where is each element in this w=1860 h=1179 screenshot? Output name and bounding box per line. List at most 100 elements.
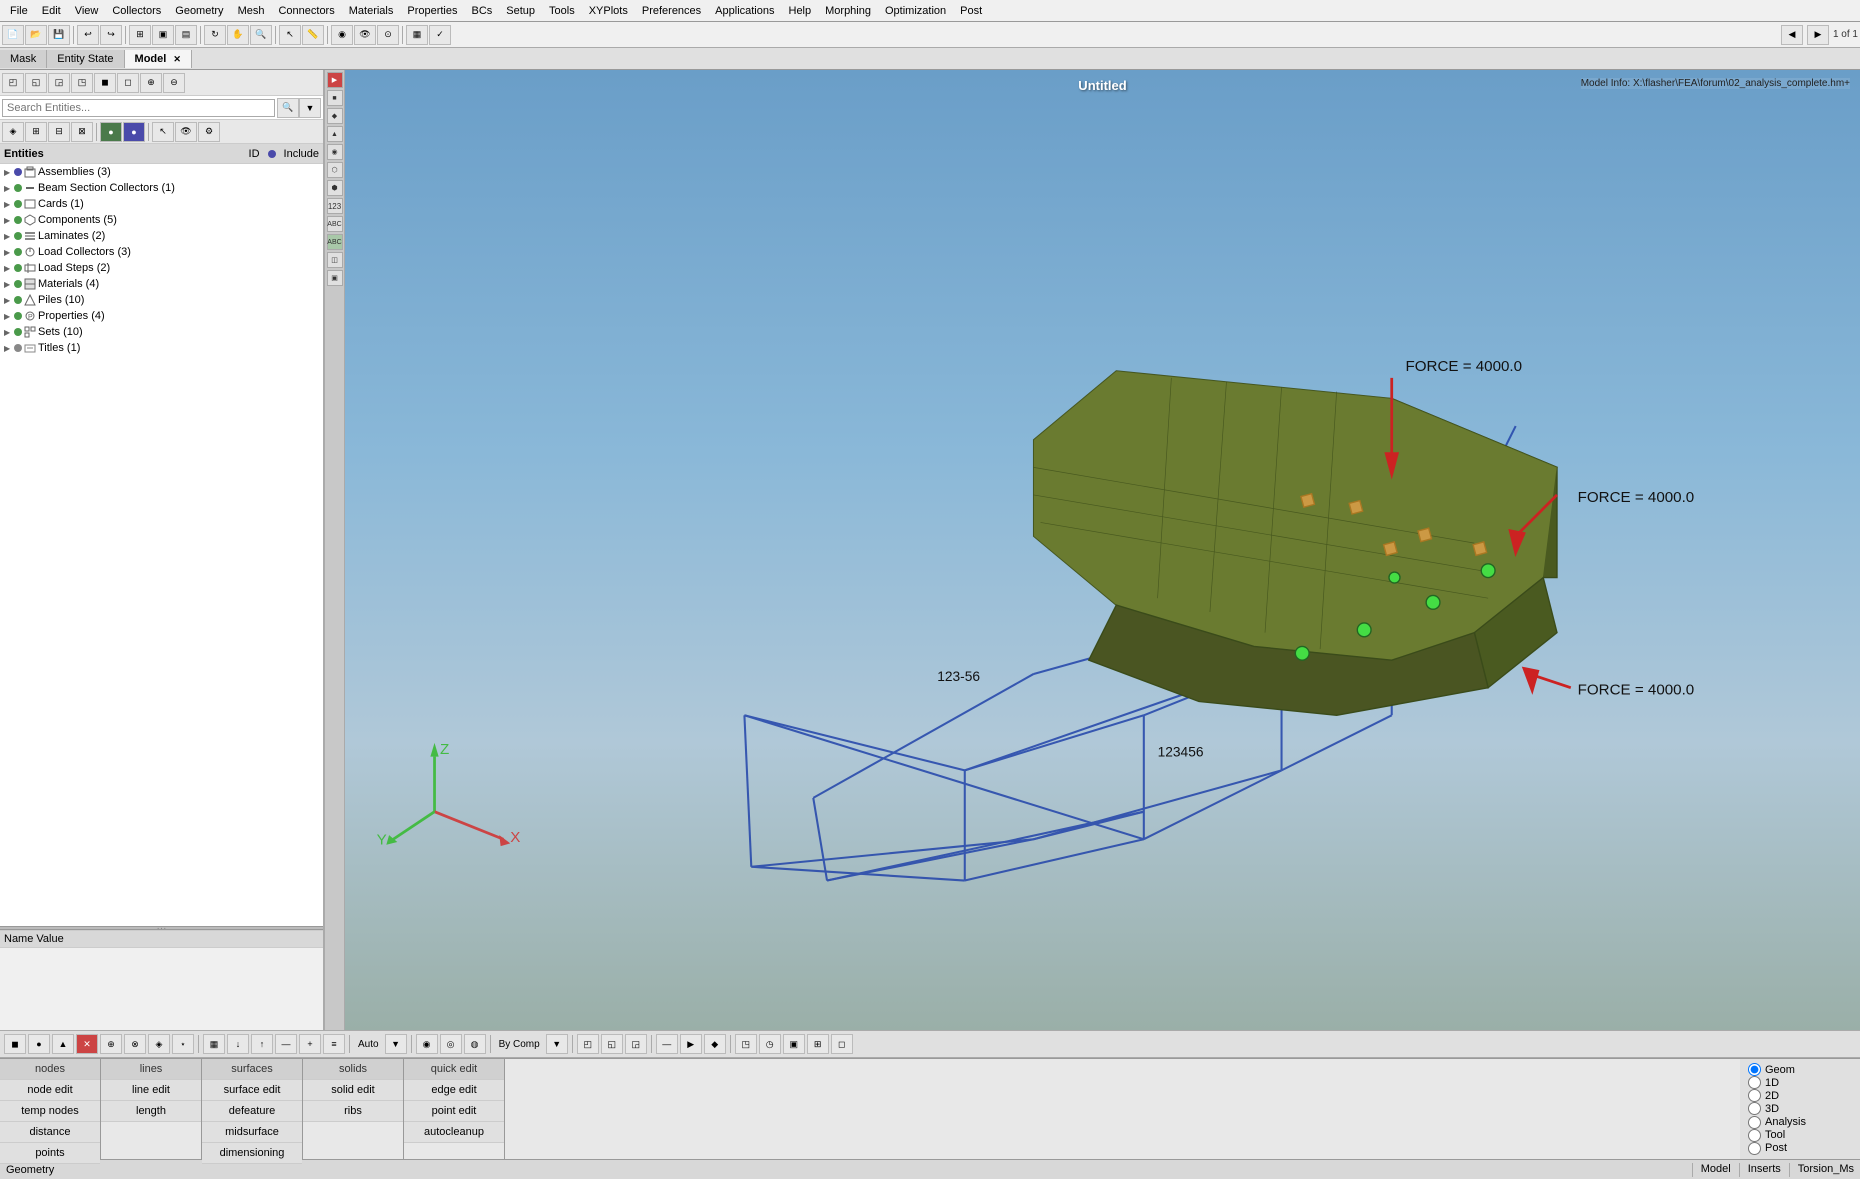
- et-3[interactable]: ⊟: [48, 122, 70, 142]
- menu-geometry[interactable]: Geometry: [169, 3, 229, 19]
- vi-btn-4[interactable]: ▲: [327, 126, 343, 142]
- menu-properties[interactable]: Properties: [401, 3, 463, 19]
- left-tb-6[interactable]: ◻: [117, 73, 139, 93]
- vi-btn-10[interactable]: ABC: [327, 234, 343, 250]
- vi-btn-9[interactable]: ABC: [327, 216, 343, 232]
- bt-display-3[interactable]: ◲: [625, 1034, 647, 1054]
- menu-view[interactable]: View: [69, 3, 105, 19]
- tree-cards[interactable]: ▶ Cards (1): [0, 196, 323, 212]
- bt-view-2[interactable]: ◷: [759, 1034, 781, 1054]
- bt-7[interactable]: ◈: [148, 1034, 170, 1054]
- autocleanup-btn[interactable]: autocleanup: [404, 1122, 504, 1143]
- et-arrow[interactable]: ↖: [152, 122, 174, 142]
- tree-load-steps[interactable]: ▶ Load Steps (2): [0, 260, 323, 276]
- radio-tool[interactable]: Tool: [1748, 1129, 1852, 1142]
- quick-edit-header[interactable]: quick edit: [404, 1059, 504, 1080]
- viewport[interactable]: Untitled Model Info: X:\flasher\FEA\foru…: [345, 70, 1860, 1030]
- radio-analysis[interactable]: Analysis: [1748, 1116, 1852, 1129]
- left-tb-1[interactable]: ◰: [2, 73, 24, 93]
- et-4[interactable]: ⊠: [71, 122, 93, 142]
- bt-2[interactable]: ●: [28, 1034, 50, 1054]
- left-tb-8[interactable]: ⊖: [163, 73, 185, 93]
- select-btn[interactable]: ↖: [279, 25, 301, 45]
- et-color[interactable]: ●: [123, 122, 145, 142]
- points-btn[interactable]: points: [0, 1143, 100, 1164]
- vi-btn-8[interactable]: 123: [327, 198, 343, 214]
- search-input[interactable]: [2, 99, 275, 117]
- zoom-btn[interactable]: 🔍: [250, 25, 272, 45]
- mesh-quality-btn[interactable]: ▦: [406, 25, 428, 45]
- new-btn[interactable]: 📄: [2, 25, 24, 45]
- vi-btn-1[interactable]: ▶: [327, 72, 343, 88]
- bt-mesh-6[interactable]: ≡: [323, 1034, 345, 1054]
- point-edit-btn[interactable]: point edit: [404, 1101, 504, 1122]
- tree-components[interactable]: ▶ Components (5): [0, 212, 323, 228]
- save-btn[interactable]: 💾: [48, 25, 70, 45]
- et-1[interactable]: ◈: [2, 122, 24, 142]
- et-display[interactable]: ●: [100, 122, 122, 142]
- tree-beam-sections[interactable]: ▶ Beam Section Collectors (1): [0, 180, 323, 196]
- ribs-btn[interactable]: ribs: [303, 1101, 403, 1122]
- bt-view-1[interactable]: ◳: [735, 1034, 757, 1054]
- tree-assemblies[interactable]: ▶ Assemblies (3): [0, 164, 323, 180]
- undo-btn[interactable]: ↩: [77, 25, 99, 45]
- menu-materials[interactable]: Materials: [343, 3, 400, 19]
- radio-post[interactable]: Post: [1748, 1142, 1852, 1155]
- vi-btn-2[interactable]: ■: [327, 90, 343, 106]
- left-tb-4[interactable]: ◳: [71, 73, 93, 93]
- bt-mesh-5[interactable]: +: [299, 1034, 321, 1054]
- bt-line-2[interactable]: ▶: [680, 1034, 702, 1054]
- view-front-btn[interactable]: ▣: [152, 25, 174, 45]
- bt-auto-dd[interactable]: ▼: [385, 1034, 407, 1054]
- menu-preferences[interactable]: Preferences: [636, 3, 707, 19]
- et-eye[interactable]: 👁: [175, 122, 197, 142]
- bt-sel-2[interactable]: ◎: [440, 1034, 462, 1054]
- bt-6[interactable]: ⊗: [124, 1034, 146, 1054]
- bt-display-2[interactable]: ◱: [601, 1034, 623, 1054]
- pan-btn[interactable]: ✋: [227, 25, 249, 45]
- surfaces-header[interactable]: surfaces: [202, 1059, 302, 1080]
- bt-5[interactable]: ⊕: [100, 1034, 122, 1054]
- solids-header[interactable]: solids: [303, 1059, 403, 1080]
- search-options-btn[interactable]: ▼: [299, 98, 321, 118]
- left-tb-5[interactable]: ◼: [94, 73, 116, 93]
- lines-header[interactable]: lines: [101, 1059, 201, 1080]
- view-top-btn[interactable]: ▤: [175, 25, 197, 45]
- tree-laminates[interactable]: ▶ Laminates (2): [0, 228, 323, 244]
- open-btn[interactable]: 📂: [25, 25, 47, 45]
- solid-edit-btn[interactable]: solid edit: [303, 1080, 403, 1101]
- bt-view-4[interactable]: ⊞: [807, 1034, 829, 1054]
- menu-edit[interactable]: Edit: [36, 3, 67, 19]
- bt-sel-3[interactable]: ◍: [464, 1034, 486, 1054]
- vi-btn-7[interactable]: ⬢: [327, 180, 343, 196]
- tab-mask[interactable]: Mask: [0, 50, 47, 68]
- left-tb-2[interactable]: ◱: [25, 73, 47, 93]
- nodes-header[interactable]: nodes: [0, 1059, 100, 1080]
- tree-sets[interactable]: ▶ Sets (10): [0, 324, 323, 340]
- view-fit-btn[interactable]: ⊞: [129, 25, 151, 45]
- menu-applications[interactable]: Applications: [709, 3, 780, 19]
- bt-line-3[interactable]: ◆: [704, 1034, 726, 1054]
- next-page-btn[interactable]: ▶: [1807, 25, 1829, 45]
- bt-mesh-1[interactable]: ▦: [203, 1034, 225, 1054]
- et-2[interactable]: ⊞: [25, 122, 47, 142]
- radio-geom[interactable]: Geom: [1748, 1063, 1852, 1076]
- bt-comp[interactable]: ✕: [76, 1034, 98, 1054]
- menu-optimization[interactable]: Optimization: [879, 3, 952, 19]
- vi-btn-5[interactable]: ◉: [327, 144, 343, 160]
- hide-btn[interactable]: 👁: [354, 25, 376, 45]
- menu-tools[interactable]: Tools: [543, 3, 581, 19]
- bt-1[interactable]: ◼: [4, 1034, 26, 1054]
- tree-properties[interactable]: ▶ P Properties (4): [0, 308, 323, 324]
- check-btn[interactable]: ✓: [429, 25, 451, 45]
- vi-btn-6[interactable]: ⬡: [327, 162, 343, 178]
- left-tb-3[interactable]: ◲: [48, 73, 70, 93]
- bt-mesh-3[interactable]: ↑: [251, 1034, 273, 1054]
- menu-morphing[interactable]: Morphing: [819, 3, 877, 19]
- search-btn[interactable]: 🔍: [277, 98, 299, 118]
- bt-mesh-2[interactable]: ↓: [227, 1034, 249, 1054]
- radio-3d[interactable]: 3D: [1748, 1102, 1852, 1115]
- menu-mesh[interactable]: Mesh: [232, 3, 271, 19]
- length-btn[interactable]: length: [101, 1101, 201, 1122]
- bt-view-5[interactable]: ◻: [831, 1034, 853, 1054]
